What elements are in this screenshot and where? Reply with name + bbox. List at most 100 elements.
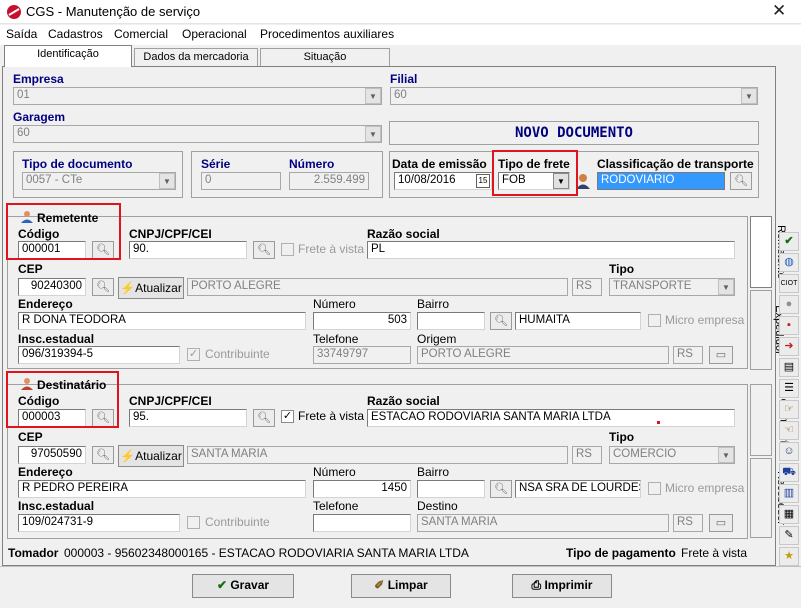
book-icon[interactable]: ▥: [779, 484, 799, 503]
destinatario-codigo-search-icon[interactable]: 🔍︎: [92, 409, 114, 427]
garagem-dropdown-icon[interactable]: ▼: [365, 126, 381, 142]
destinatario-tipo-dropdown-icon[interactable]: ▼: [718, 447, 734, 463]
menu-cadastros[interactable]: Cadastros: [48, 27, 103, 41]
menu-comercial[interactable]: Comercial: [114, 27, 168, 41]
garagem-field[interactable]: 60: [13, 125, 382, 143]
lightning-icon: ⚡: [120, 449, 136, 463]
people-icon[interactable]: ☺: [779, 442, 799, 461]
remetente-tipo-select[interactable]: TRANSPORTE: [609, 278, 735, 296]
remetente-cnpj-field[interactable]: 90.: [129, 241, 247, 259]
side-tab-destinatario[interactable]: Destinatário: [750, 384, 789, 456]
filial-label: Filial: [390, 72, 418, 86]
document-icon[interactable]: ▤: [779, 358, 799, 377]
calendar-icon[interactable]: 15: [476, 174, 490, 188]
menu-saida[interactable]: Saída: [6, 27, 37, 41]
tab-identificacao[interactable]: Identificação: [4, 45, 132, 67]
remetente-origem-map-icon[interactable]: ▭: [709, 346, 733, 364]
remetente-cnpj-search-icon[interactable]: 🔍︎: [253, 241, 275, 259]
destinatario-bairro-field[interactable]: NSA SRA DE LOURDES: [515, 480, 641, 498]
tab-dados-mercadoria[interactable]: Dados da mercadoria: [134, 48, 258, 66]
ciot-icon[interactable]: CIOT: [779, 274, 799, 293]
menu-operacional[interactable]: Operacional: [182, 27, 247, 41]
tipo-documento-field[interactable]: 0057 - CTe: [22, 172, 176, 190]
empresa-field[interactable]: 01: [13, 87, 382, 105]
destinatario-frete-vista-label: Frete à vista: [298, 409, 365, 423]
globe-icon[interactable]: ◍: [779, 253, 799, 272]
destinatario-cnpj-field[interactable]: 95.: [129, 409, 247, 427]
circle-icon[interactable]: ●: [779, 295, 799, 314]
imprimir-button[interactable]: ⎙ Imprimir: [512, 574, 612, 598]
box-icon[interactable]: ▪: [779, 316, 799, 335]
empresa-dropdown-icon[interactable]: ▼: [365, 88, 381, 104]
destinatario-destino-map-icon[interactable]: ▭: [709, 514, 733, 532]
menu-procedimentos[interactable]: Procedimentos auxiliares: [260, 27, 394, 41]
notes-icon[interactable]: ▦: [779, 505, 799, 524]
remetente-cep-search-icon[interactable]: 🔍︎: [92, 278, 114, 296]
filial-field[interactable]: 60: [390, 87, 758, 105]
person-lookup-icon[interactable]: [574, 172, 592, 190]
classificacao-field[interactable]: RODOVIARIO: [597, 172, 725, 190]
hand-left-icon[interactable]: ☜: [779, 421, 799, 440]
destinatario-codigo-field[interactable]: 000003: [18, 409, 86, 427]
destinatario-person-icon: [21, 378, 33, 390]
gravar-button[interactable]: ✔ Gravar: [192, 574, 294, 598]
remetente-bairro-search-icon[interactable]: 🔍︎: [490, 312, 512, 330]
tipo-documento-label: Tipo de documento: [22, 157, 133, 171]
side-tab-remetente[interactable]: Remetente: [750, 216, 787, 288]
side-tab-expedidor[interactable]: Expedidor: [750, 290, 785, 370]
remetente-frete-vista-checkbox[interactable]: [281, 243, 294, 256]
remetente-codigo-search-icon[interactable]: 🔍︎: [92, 241, 114, 259]
tipo-documento-dropdown-icon[interactable]: ▼: [159, 173, 175, 189]
destinatario-micro-checkbox[interactable]: [648, 482, 661, 495]
remetente-bairro-field[interactable]: HUMAITA: [515, 312, 641, 330]
destinatario-insc-field[interactable]: 109/024731-9: [18, 514, 180, 532]
side-tab-recebedor[interactable]: Recebedor: [750, 458, 787, 538]
remetente-contribuinte-checkbox[interactable]: ✓: [187, 348, 200, 361]
destinatario-destino-label: Destino: [417, 499, 458, 513]
destinatario-frete-vista-checkbox[interactable]: ✓: [281, 410, 294, 423]
remetente-cep-field[interactable]: 90240300: [18, 278, 86, 296]
destinatario-endereco-field[interactable]: R PEDRO PEREIRA: [18, 480, 306, 498]
tipo-frete-dropdown-icon[interactable]: ▼: [553, 173, 569, 189]
red-dot-marker: [657, 421, 660, 424]
destinatario-contribuinte-checkbox[interactable]: [187, 516, 200, 529]
remetente-micro-checkbox[interactable]: [648, 314, 661, 327]
limpar-button[interactable]: ✐ Limpar: [351, 574, 451, 598]
destinatario-telefone-field[interactable]: [313, 514, 411, 532]
remetente-endereco-field[interactable]: R DONA TEODORA: [18, 312, 306, 330]
remetente-bairro-label: Bairro: [417, 297, 450, 311]
remetente-numero-field[interactable]: 503: [313, 312, 411, 330]
tab-situacao[interactable]: Situação: [260, 48, 390, 66]
classificacao-search-icon[interactable]: 🔍︎: [730, 172, 752, 190]
list-icon[interactable]: ☰: [779, 379, 799, 398]
remetente-title: Remetente: [37, 211, 99, 225]
close-icon[interactable]: ✕: [772, 1, 786, 21]
star-icon[interactable]: ★: [779, 547, 799, 566]
remetente-razao-field[interactable]: PL: [367, 241, 735, 259]
remetente-codigo-field[interactable]: 000001: [18, 241, 86, 259]
filial-dropdown-icon[interactable]: ▼: [741, 88, 757, 104]
remetente-bairro-code-field[interactable]: [417, 312, 485, 330]
data-emissao-label: Data de emissão: [392, 157, 487, 171]
hand-right-icon[interactable]: ☞: [779, 400, 799, 419]
destinatario-numero-field[interactable]: 1450: [313, 480, 411, 498]
destinatario-title: Destinatário: [37, 378, 107, 392]
destinatario-bairro-search-icon[interactable]: 🔍︎: [490, 480, 512, 498]
edit-icon[interactable]: ✎: [779, 526, 799, 545]
remetente-telefone-field[interactable]: 33749797: [313, 346, 411, 364]
destinatario-razao-field[interactable]: ESTACAO RODOVIARIA SANTA MARIA LTDA: [367, 409, 735, 427]
truck-icon[interactable]: ⛟: [779, 463, 799, 482]
remetente-tipo-dropdown-icon[interactable]: ▼: [718, 279, 734, 295]
confirm-check-icon[interactable]: ✔: [779, 232, 799, 251]
destinatario-tipo-select[interactable]: COMERCIO: [609, 446, 735, 464]
destinatario-atualizar-button[interactable]: ⚡Atualizar: [118, 445, 184, 467]
remetente-insc-field[interactable]: 096/319394-5: [18, 346, 180, 364]
destinatario-cep-search-icon[interactable]: 🔍︎: [92, 446, 114, 464]
destinatario-bairro-code-field[interactable]: [417, 480, 485, 498]
remetente-atualizar-button[interactable]: ⚡Atualizar: [118, 277, 184, 299]
destinatario-cep-field[interactable]: 97050590: [18, 446, 86, 464]
arrow-right-icon[interactable]: ➜: [779, 337, 799, 356]
serie-field[interactable]: 0: [201, 172, 281, 190]
numero-doc-field[interactable]: 2.559.499: [289, 172, 369, 190]
destinatario-cnpj-search-icon[interactable]: 🔍︎: [253, 409, 275, 427]
